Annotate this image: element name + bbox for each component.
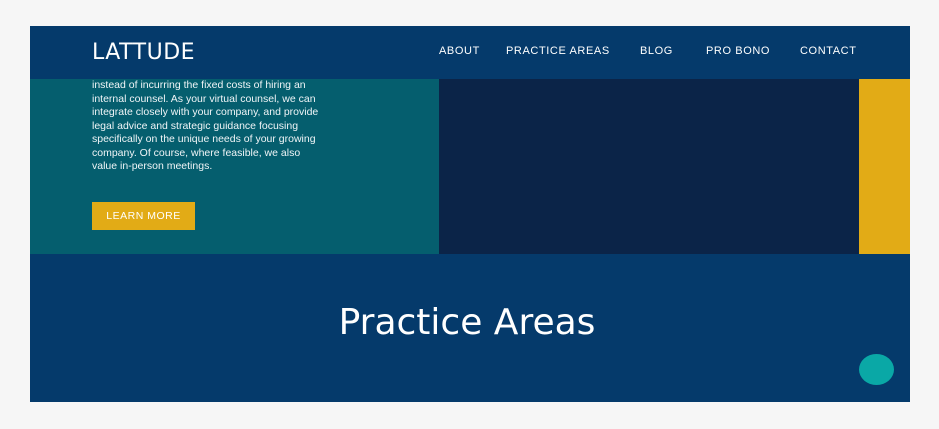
nav-contact[interactable]: CONTACT [800,45,857,57]
site-header: LATTUDE ABOUT PRACTICE AREAS BLOG PRO BO… [30,26,910,79]
chat-bubble-icon[interactable] [859,354,894,385]
hero-accent-bar [859,79,910,254]
hero-text-panel: instead of incurring the fixed costs of … [30,79,439,254]
nav-practice-areas[interactable]: PRACTICE AREAS [506,45,610,57]
hero-line: integrate closely with your company, and… [92,106,319,118]
practice-areas-section: Practice Areas [30,254,910,402]
nav-about[interactable]: ABOUT [439,45,480,57]
hero-line: internal counsel. As your virtual counse… [92,92,316,105]
hero-line: specifically on the unique needs of your… [92,133,316,145]
hero-image-panel [439,79,859,254]
learn-more-button[interactable]: LEARN MORE [92,202,195,230]
hero-paragraph: instead of incurring the fixed costs of … [92,79,362,174]
hero-line: legal advice and strategic guidance focu… [92,119,299,132]
nav-pro-bono[interactable]: PRO BONO [706,45,770,57]
hero-line: instead of incurring the fixed costs of … [92,79,306,91]
page-frame: LATTUDE ABOUT PRACTICE AREAS BLOG PRO BO… [30,26,910,402]
hero-line: company. Of course, where feasible, we a… [92,146,301,159]
site-logo[interactable]: LATTUDE [92,40,195,65]
nav-blog[interactable]: BLOG [640,45,673,57]
practice-areas-heading: Practice Areas [338,302,596,343]
hero-line: value in-person meetings. [92,160,213,172]
